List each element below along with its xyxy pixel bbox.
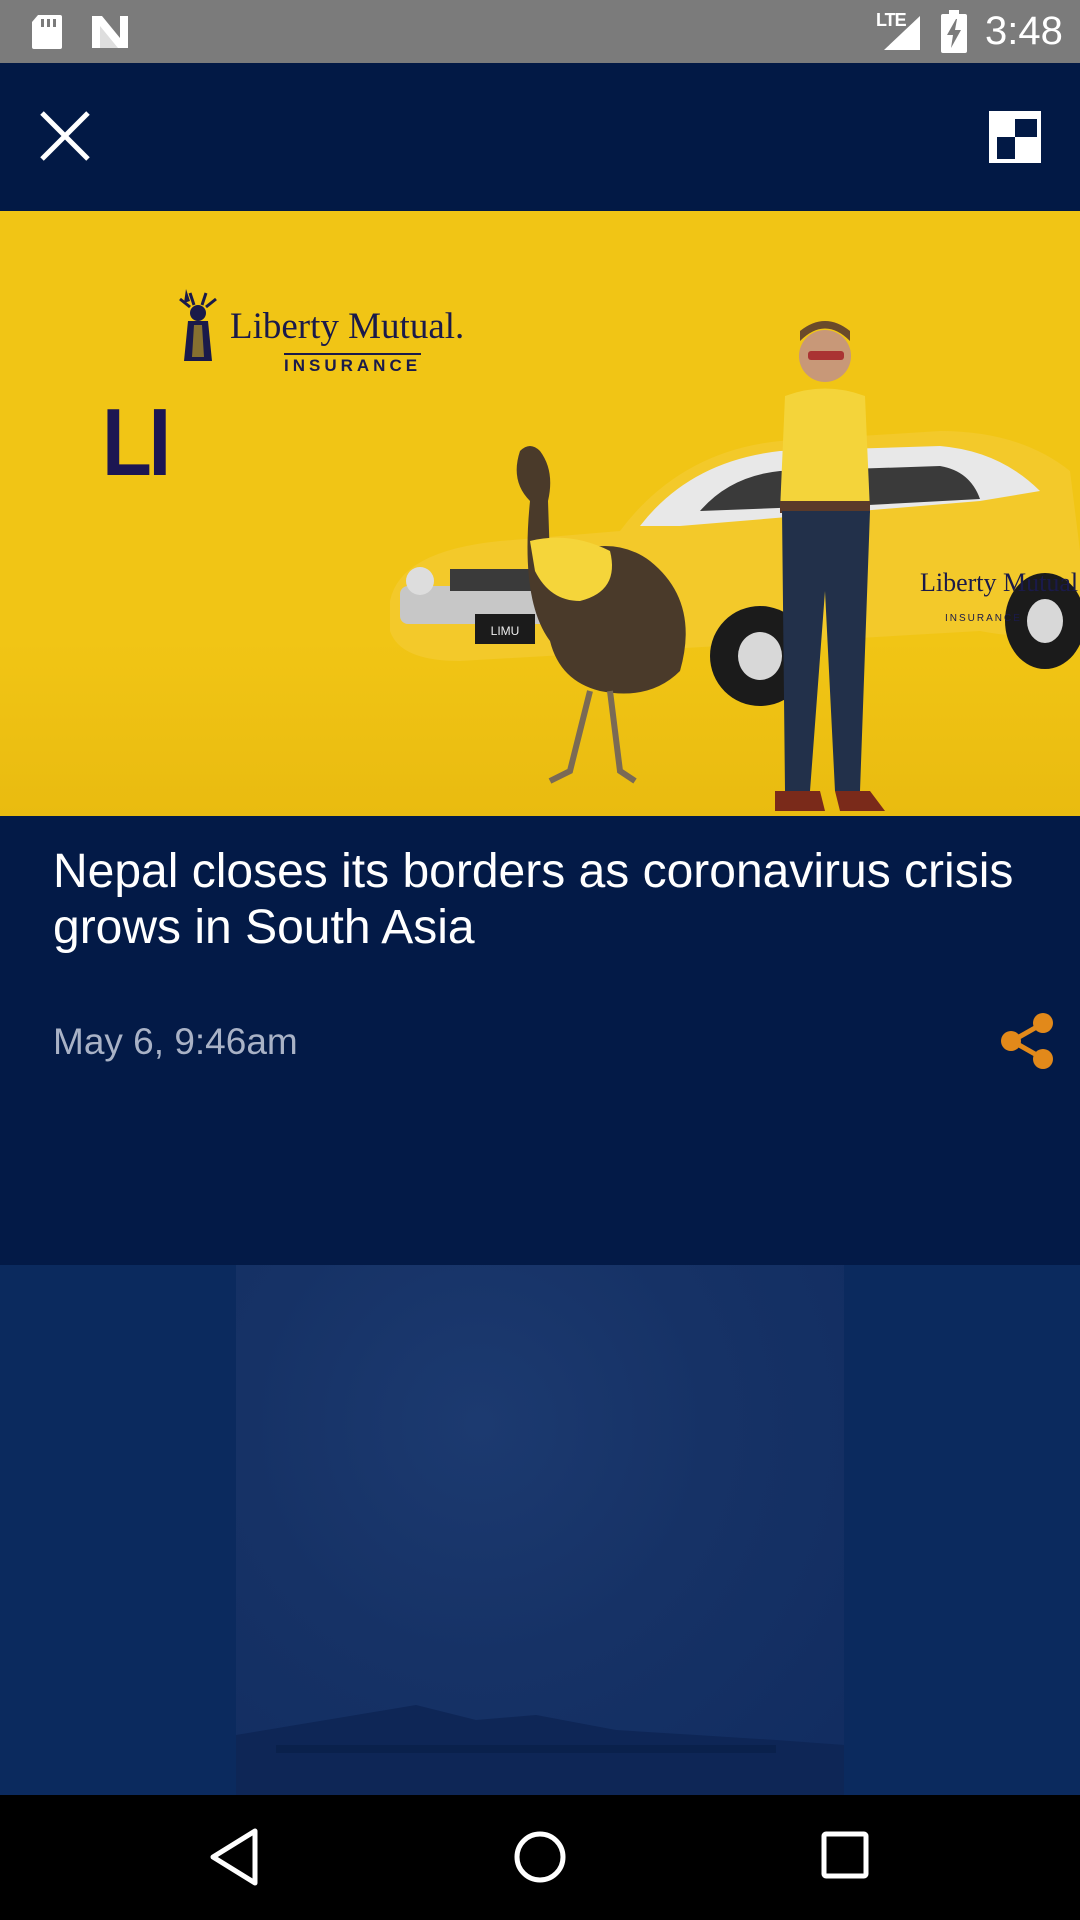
svg-text:LIMU: LIMU	[491, 624, 520, 638]
signal-icon	[884, 16, 920, 50]
building-silhouette	[236, 1705, 844, 1795]
svg-text:INSURANCE: INSURANCE	[945, 613, 1022, 624]
ad-car-scene: LIMU Liberty Mutual INSURANCE	[390, 321, 1080, 811]
statue-of-liberty-icon	[179, 289, 217, 361]
n-notification-icon	[92, 16, 128, 48]
close-icon[interactable]	[30, 101, 100, 171]
svg-text:Liberty Mutual: Liberty Mutual	[920, 568, 1078, 597]
status-clock: 3:48	[985, 9, 1063, 53]
battery-charging-icon	[941, 10, 967, 53]
home-icon[interactable]	[508, 1825, 572, 1889]
article-timestamp: May 6, 9:46am	[53, 1021, 298, 1062]
advertisement-banner[interactable]: Liberty Mutual. INSURANCE LI LIMU Libert…	[0, 211, 1080, 816]
status-bar: LTE 3:48	[0, 0, 1080, 63]
sd-card-icon	[32, 15, 62, 49]
back-icon[interactable]	[205, 1825, 265, 1890]
article-headline[interactable]: Nepal closes its borders as coronavirus …	[53, 844, 1033, 956]
share-icon[interactable]	[998, 1010, 1058, 1072]
recents-icon[interactable]	[818, 1828, 874, 1884]
next-story-image	[236, 1265, 844, 1795]
picture-in-picture-icon[interactable]	[987, 109, 1043, 165]
ad-monogram: LI	[102, 389, 171, 496]
top-bar	[0, 63, 1080, 211]
next-story-preview[interactable]	[0, 1265, 1080, 1795]
system-nav-bar	[0, 1795, 1080, 1920]
